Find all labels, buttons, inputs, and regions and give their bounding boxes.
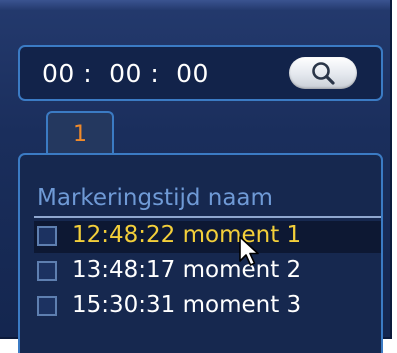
mouse-cursor-icon [239, 236, 259, 266]
row-label: 15:30:31 moment 3 [72, 292, 302, 318]
header-divider [34, 216, 381, 218]
list-item[interactable]: 15:30:31 moment 3 [34, 291, 381, 323]
row-label: 13:48:17 moment 2 [72, 257, 302, 283]
search-icon [312, 62, 335, 85]
time-input[interactable]: 00 : 00 : 00 [42, 59, 209, 88]
mark-search-panel: 00 : 00 : 00 1 Markeringstijd naam 12:48… [0, 0, 392, 353]
tab-label: 1 [73, 122, 87, 147]
search-button[interactable] [289, 57, 357, 89]
list-item[interactable]: 12:48:22 moment 1 [34, 221, 381, 253]
list-item[interactable]: 13:48:17 moment 2 [34, 256, 381, 288]
row-checkbox[interactable] [37, 296, 57, 316]
row-checkbox[interactable] [37, 226, 57, 246]
tab-1[interactable]: 1 [46, 111, 114, 155]
mark-list-panel: Markeringstijd naam 12:48:22 moment 1 13… [18, 153, 383, 353]
time-search-bar: 00 : 00 : 00 [18, 45, 383, 101]
row-checkbox[interactable] [37, 261, 57, 281]
list-header: Markeringstijd naam [37, 185, 273, 211]
row-label: 12:48:22 moment 1 [72, 222, 302, 248]
